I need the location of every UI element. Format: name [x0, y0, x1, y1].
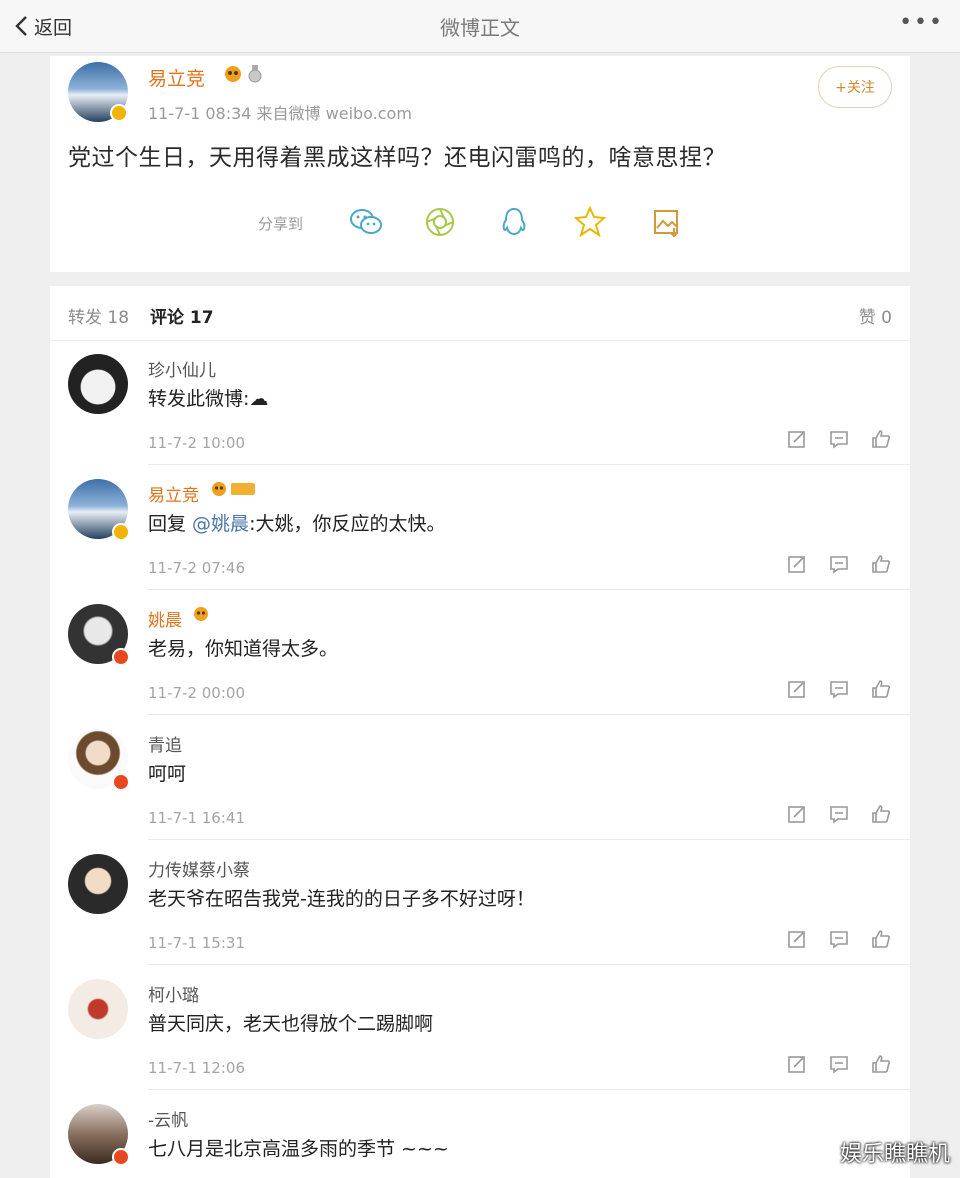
comment-time: 11-7-1 15:31 — [148, 934, 245, 952]
comment-time: 11-7-1 12:06 — [148, 1059, 245, 1077]
commenter-name[interactable]: 青追 — [148, 731, 182, 756]
verified-badge-icon — [112, 773, 130, 791]
comment-actions — [786, 803, 892, 825]
qzone-icon[interactable] — [572, 204, 608, 240]
like-icon[interactable] — [870, 928, 892, 950]
comment-time: 11-7-2 00:00 — [148, 684, 245, 702]
comment-item: 柯小璐 普天同庆，老天也得放个二踢脚啊 11-7-1 12:06 — [50, 965, 910, 1090]
comment-actions — [786, 553, 892, 575]
commenter-name[interactable]: 易立竞 — [148, 481, 199, 506]
comment-item: 珍小仙儿 转发此微博:☁ 11-7-2 10:00 — [50, 340, 910, 465]
vip-crown-icon — [212, 482, 226, 496]
reply-icon[interactable] — [828, 803, 850, 825]
vip-crown-icon — [194, 607, 208, 621]
share-label: 分享到 — [258, 215, 304, 233]
top-navbar: 返回 微博正文 ••• — [0, 0, 960, 53]
commenter-avatar[interactable] — [68, 979, 128, 1039]
comment-text: 回复 @姚晨:大姚，你反应的太快。 — [148, 509, 445, 536]
comment-item: 姚晨 老易，你知道得太多。 11-7-2 00:00 — [50, 590, 910, 715]
comment-text: 老天爷在昭告我党-连我的的日子多不好过呀！ — [148, 888, 535, 910]
comment-text: 呵呵 — [148, 763, 187, 785]
like-icon[interactable] — [870, 553, 892, 575]
like-icon[interactable] — [870, 803, 892, 825]
commenter-name[interactable]: 姚晨 — [148, 606, 182, 631]
commenter-name[interactable]: 柯小璐 — [148, 981, 199, 1006]
medal-icon — [248, 65, 262, 83]
mention-link[interactable]: @姚晨 — [192, 513, 249, 535]
verified-badge-icon — [110, 104, 128, 122]
tab-bar: 转发 18 评论 17 赞 0 — [50, 286, 910, 341]
verified-badge-icon — [112, 648, 130, 666]
verified-badge-icon — [112, 1148, 130, 1166]
wechat-icon[interactable] — [348, 204, 384, 240]
reply-icon[interactable] — [828, 928, 850, 950]
repost-icon[interactable] — [786, 553, 808, 575]
follow-button[interactable]: +关注 — [818, 66, 892, 108]
comment-item: -云帆 七八月是北京高温多雨的季节 ~~~ — [50, 1090, 910, 1178]
tab-repost[interactable]: 转发 18 — [68, 303, 129, 328]
tab-comment[interactable]: 评论 17 — [150, 303, 214, 328]
moments-icon[interactable] — [422, 204, 458, 240]
comment-item: 易立竞 回复 @姚晨:大姚，你反应的太快。 11-7-2 07:46 — [50, 465, 910, 590]
commenter-name[interactable]: 力传媒蔡小蔡 — [148, 856, 250, 881]
comment-text: 转发此微博:☁ — [148, 388, 269, 410]
qq-icon[interactable] — [496, 204, 532, 240]
comment-item: 力传媒蔡小蔡 老天爷在昭告我党-连我的的日子多不好过呀！ 11-7-1 15:3… — [50, 840, 910, 965]
post-author-name[interactable]: 易立竞 — [148, 64, 205, 91]
comment-text: 普天同庆，老天也得放个二踢脚啊 — [148, 1013, 434, 1035]
like-icon[interactable] — [870, 428, 892, 450]
commenter-badges — [192, 606, 210, 622]
repost-icon[interactable] — [786, 928, 808, 950]
comment-body: :大姚，你反应的太快。 — [249, 513, 446, 535]
commenter-name[interactable]: 珍小仙儿 — [148, 356, 216, 381]
post-text: 党过个生日，天用得着黑成这样吗？还电闪雷鸣的，啥意思捏？ — [68, 145, 726, 171]
comment-item: 青追 呵呵 11-7-1 16:41 — [50, 715, 910, 840]
reply-icon[interactable] — [828, 1053, 850, 1075]
comment-actions — [786, 428, 892, 450]
tab-like[interactable]: 赞 0 — [859, 303, 892, 328]
comment-time: 11-7-1 16:41 — [148, 809, 245, 827]
commenter-badges — [210, 481, 255, 497]
commenter-avatar[interactable] — [68, 354, 128, 414]
watermark: 娱乐瞧瞧机 — [839, 1142, 950, 1167]
page-title: 微博正文 — [440, 16, 520, 40]
verified-badge-icon — [112, 523, 130, 541]
reply-icon[interactable] — [828, 553, 850, 575]
comments-card: 转发 18 评论 17 赞 0 珍小仙儿 转发此微博:☁ 11-7-2 10:0… — [50, 286, 910, 1178]
repost-icon[interactable] — [786, 678, 808, 700]
comment-text: 老易，你知道得太多。 — [148, 638, 339, 660]
author-badges — [223, 65, 263, 83]
repost-icon[interactable] — [786, 428, 808, 450]
member-tag-icon — [231, 483, 255, 495]
comment-text: 七八月是北京高温多雨的季节 ~~~ — [148, 1138, 449, 1160]
post-card: 易立竞 11-7-1 08:34 来自微博 weibo.com +关注 党过个生… — [50, 56, 910, 272]
commenter-name[interactable]: -云帆 — [148, 1106, 188, 1131]
reply-prefix: 回复 — [148, 513, 193, 535]
like-icon[interactable] — [870, 678, 892, 700]
reply-icon[interactable] — [828, 428, 850, 450]
reply-icon[interactable] — [828, 678, 850, 700]
comment-actions — [786, 678, 892, 700]
commenter-avatar[interactable] — [68, 854, 128, 914]
repost-icon[interactable] — [786, 803, 808, 825]
vip-crown-icon — [225, 66, 241, 82]
save-image-icon[interactable] — [648, 204, 684, 240]
comment-actions — [786, 1053, 892, 1075]
repost-icon[interactable] — [786, 1053, 808, 1075]
comment-actions — [786, 928, 892, 950]
post-meta: 11-7-1 08:34 来自微博 weibo.com — [148, 104, 412, 123]
more-menu-button[interactable]: ••• — [899, 10, 944, 35]
like-icon[interactable] — [870, 1053, 892, 1075]
comment-time: 11-7-2 07:46 — [148, 559, 245, 577]
comment-time: 11-7-2 10:00 — [148, 434, 245, 452]
